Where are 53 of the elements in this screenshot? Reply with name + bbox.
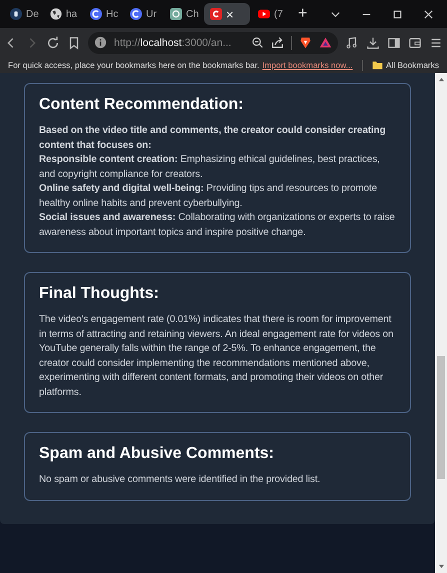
- zoom-icon[interactable]: [251, 36, 264, 49]
- info-icon: [94, 36, 107, 49]
- bookmarks-hint: For quick access, place your bookmarks here on the bookmarks bar.: [8, 60, 260, 70]
- site-icon: [130, 8, 142, 20]
- site-icon: [90, 8, 102, 20]
- tab-title: Ch: [186, 8, 199, 20]
- section-heading: Spam and Abusive Comments:: [39, 445, 276, 463]
- scroll-down-icon[interactable]: [438, 564, 444, 569]
- browser-tab[interactable]: ×: [204, 3, 250, 25]
- tab-title: Ur: [146, 8, 157, 20]
- recommendation-text: Social issues and awareness: Collaborating with organizations or experts to raise awareness about important topics and inspire positive change.: [39, 211, 396, 240]
- lion-shield-icon[interactable]: [299, 36, 312, 49]
- folder-icon: [372, 60, 383, 70]
- tab-title: Hc: [106, 8, 118, 20]
- close-tab-button[interactable]: ×: [226, 6, 234, 22]
- reload-icon[interactable]: [46, 36, 60, 50]
- paragraph: No spam or abusive comments were identified in the provided list.: [39, 473, 322, 487]
- triangle-icon[interactable]: [319, 36, 332, 49]
- intro-text: Based on the video title and comments, the creator could consider creating content that focuses on:: [39, 124, 387, 152]
- video-icon: [258, 8, 270, 20]
- browser-tab[interactable]: Ch: [164, 3, 202, 25]
- paragraph: The video's engagement rate (0.01%) indicates that there is room for improvement in terms of attracting and retaining viewers. An ideal engagement rate for videos on YouTube generally falls within the range of 2-5%. To enhance engagement, the creator could consider implementing the recommendations mentioned above, experimenting with different content formats, and promoting their videos on other platforms.: [39, 313, 394, 400]
- tab-title: (7: [274, 8, 283, 20]
- scrollbar[interactable]: [435, 73, 447, 573]
- globe-icon: [50, 8, 62, 20]
- browser-tab[interactable]: Hc: [84, 3, 122, 25]
- close-icon[interactable]: [423, 8, 434, 20]
- section-heading: Final Thoughts:: [39, 285, 160, 303]
- scroll-up-icon[interactable]: [438, 77, 444, 82]
- site-icon: [210, 8, 222, 20]
- new-tab-button[interactable]: +: [298, 5, 308, 23]
- recommendation-text: Online safety and digital well-being: Providing tips and resources to promote healthy online habits and prevent cyberbullying.: [39, 182, 378, 210]
- chat-icon: [170, 8, 182, 20]
- address-bar[interactable]: http://localhost:3000/an...: [88, 32, 338, 54]
- tab-title: De: [26, 8, 39, 20]
- browser-tab[interactable]: ha: [44, 3, 82, 25]
- all-bookmarks-button[interactable]: All Bookmarks: [386, 60, 439, 70]
- import-bookmarks-link[interactable]: Import bookmarks now...: [262, 60, 353, 70]
- tab-title: ha: [66, 8, 78, 20]
- maximize-icon[interactable]: [392, 8, 403, 20]
- bookmark-icon[interactable]: [67, 36, 81, 50]
- site-icon: [10, 8, 22, 20]
- section-heading: Content Recommendation:: [39, 96, 244, 114]
- recommendation-text: Responsible content creation: Emphasizing ethical guidelines, best practices, and copyright compliance for creators.: [39, 153, 381, 182]
- browser-tab[interactable]: (7: [252, 3, 290, 25]
- browser-tab[interactable]: De: [4, 3, 42, 25]
- scrollbar-thumb[interactable]: [437, 356, 445, 480]
- sidebar-icon[interactable]: [387, 36, 401, 50]
- music-icon[interactable]: [345, 36, 359, 50]
- share-icon[interactable]: [271, 36, 284, 49]
- wallet-icon[interactable]: [408, 36, 422, 50]
- browser-tab[interactable]: Ur: [124, 3, 162, 25]
- download-icon[interactable]: [366, 36, 380, 50]
